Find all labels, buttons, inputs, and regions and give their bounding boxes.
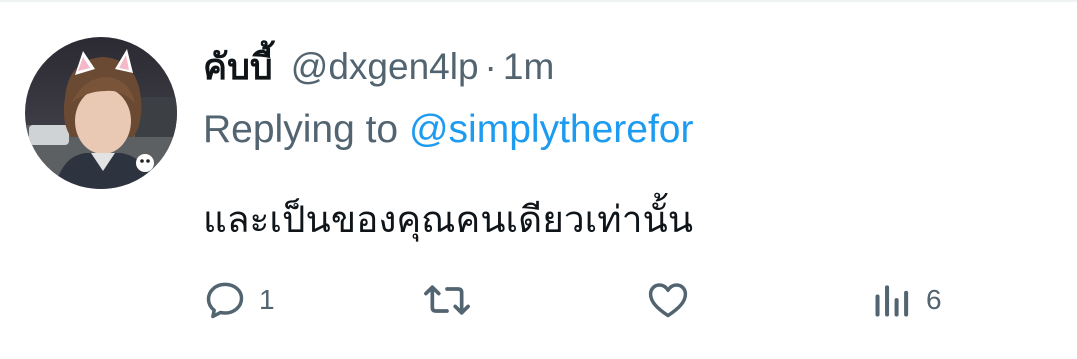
replying-to-line: Replying to @simplytherefor [203, 108, 693, 152]
like-button[interactable] [645, 270, 703, 330]
views-icon [870, 278, 914, 322]
avatar-image [25, 37, 177, 189]
replying-to-mention[interactable]: @simplytherefor [409, 108, 694, 151]
action-bar: 1 6 [0, 270, 1077, 330]
reply-icon [203, 278, 247, 322]
heart-icon [645, 278, 691, 322]
replying-to-prefix: Replying to [203, 108, 399, 151]
tweet-header: คับบี้ @dxgen4lp · 1m [203, 38, 554, 94]
timestamp[interactable]: 1m [503, 46, 554, 88]
views-button[interactable]: 6 [870, 270, 942, 330]
retweet-button[interactable] [423, 270, 483, 330]
top-divider [0, 0, 1077, 2]
retweet-icon [423, 278, 471, 322]
views-count: 6 [926, 284, 942, 315]
reply-button[interactable]: 1 [203, 270, 275, 330]
display-name[interactable]: คับบี้ [203, 38, 273, 95]
tweet-text: และเป็นของคุณคนเดียวเท่านั้น [203, 198, 694, 241]
user-handle[interactable]: @dxgen4lp [291, 46, 479, 88]
avatar[interactable] [25, 37, 177, 189]
separator-dot: · [484, 46, 497, 87]
reply-count: 1 [259, 284, 275, 315]
